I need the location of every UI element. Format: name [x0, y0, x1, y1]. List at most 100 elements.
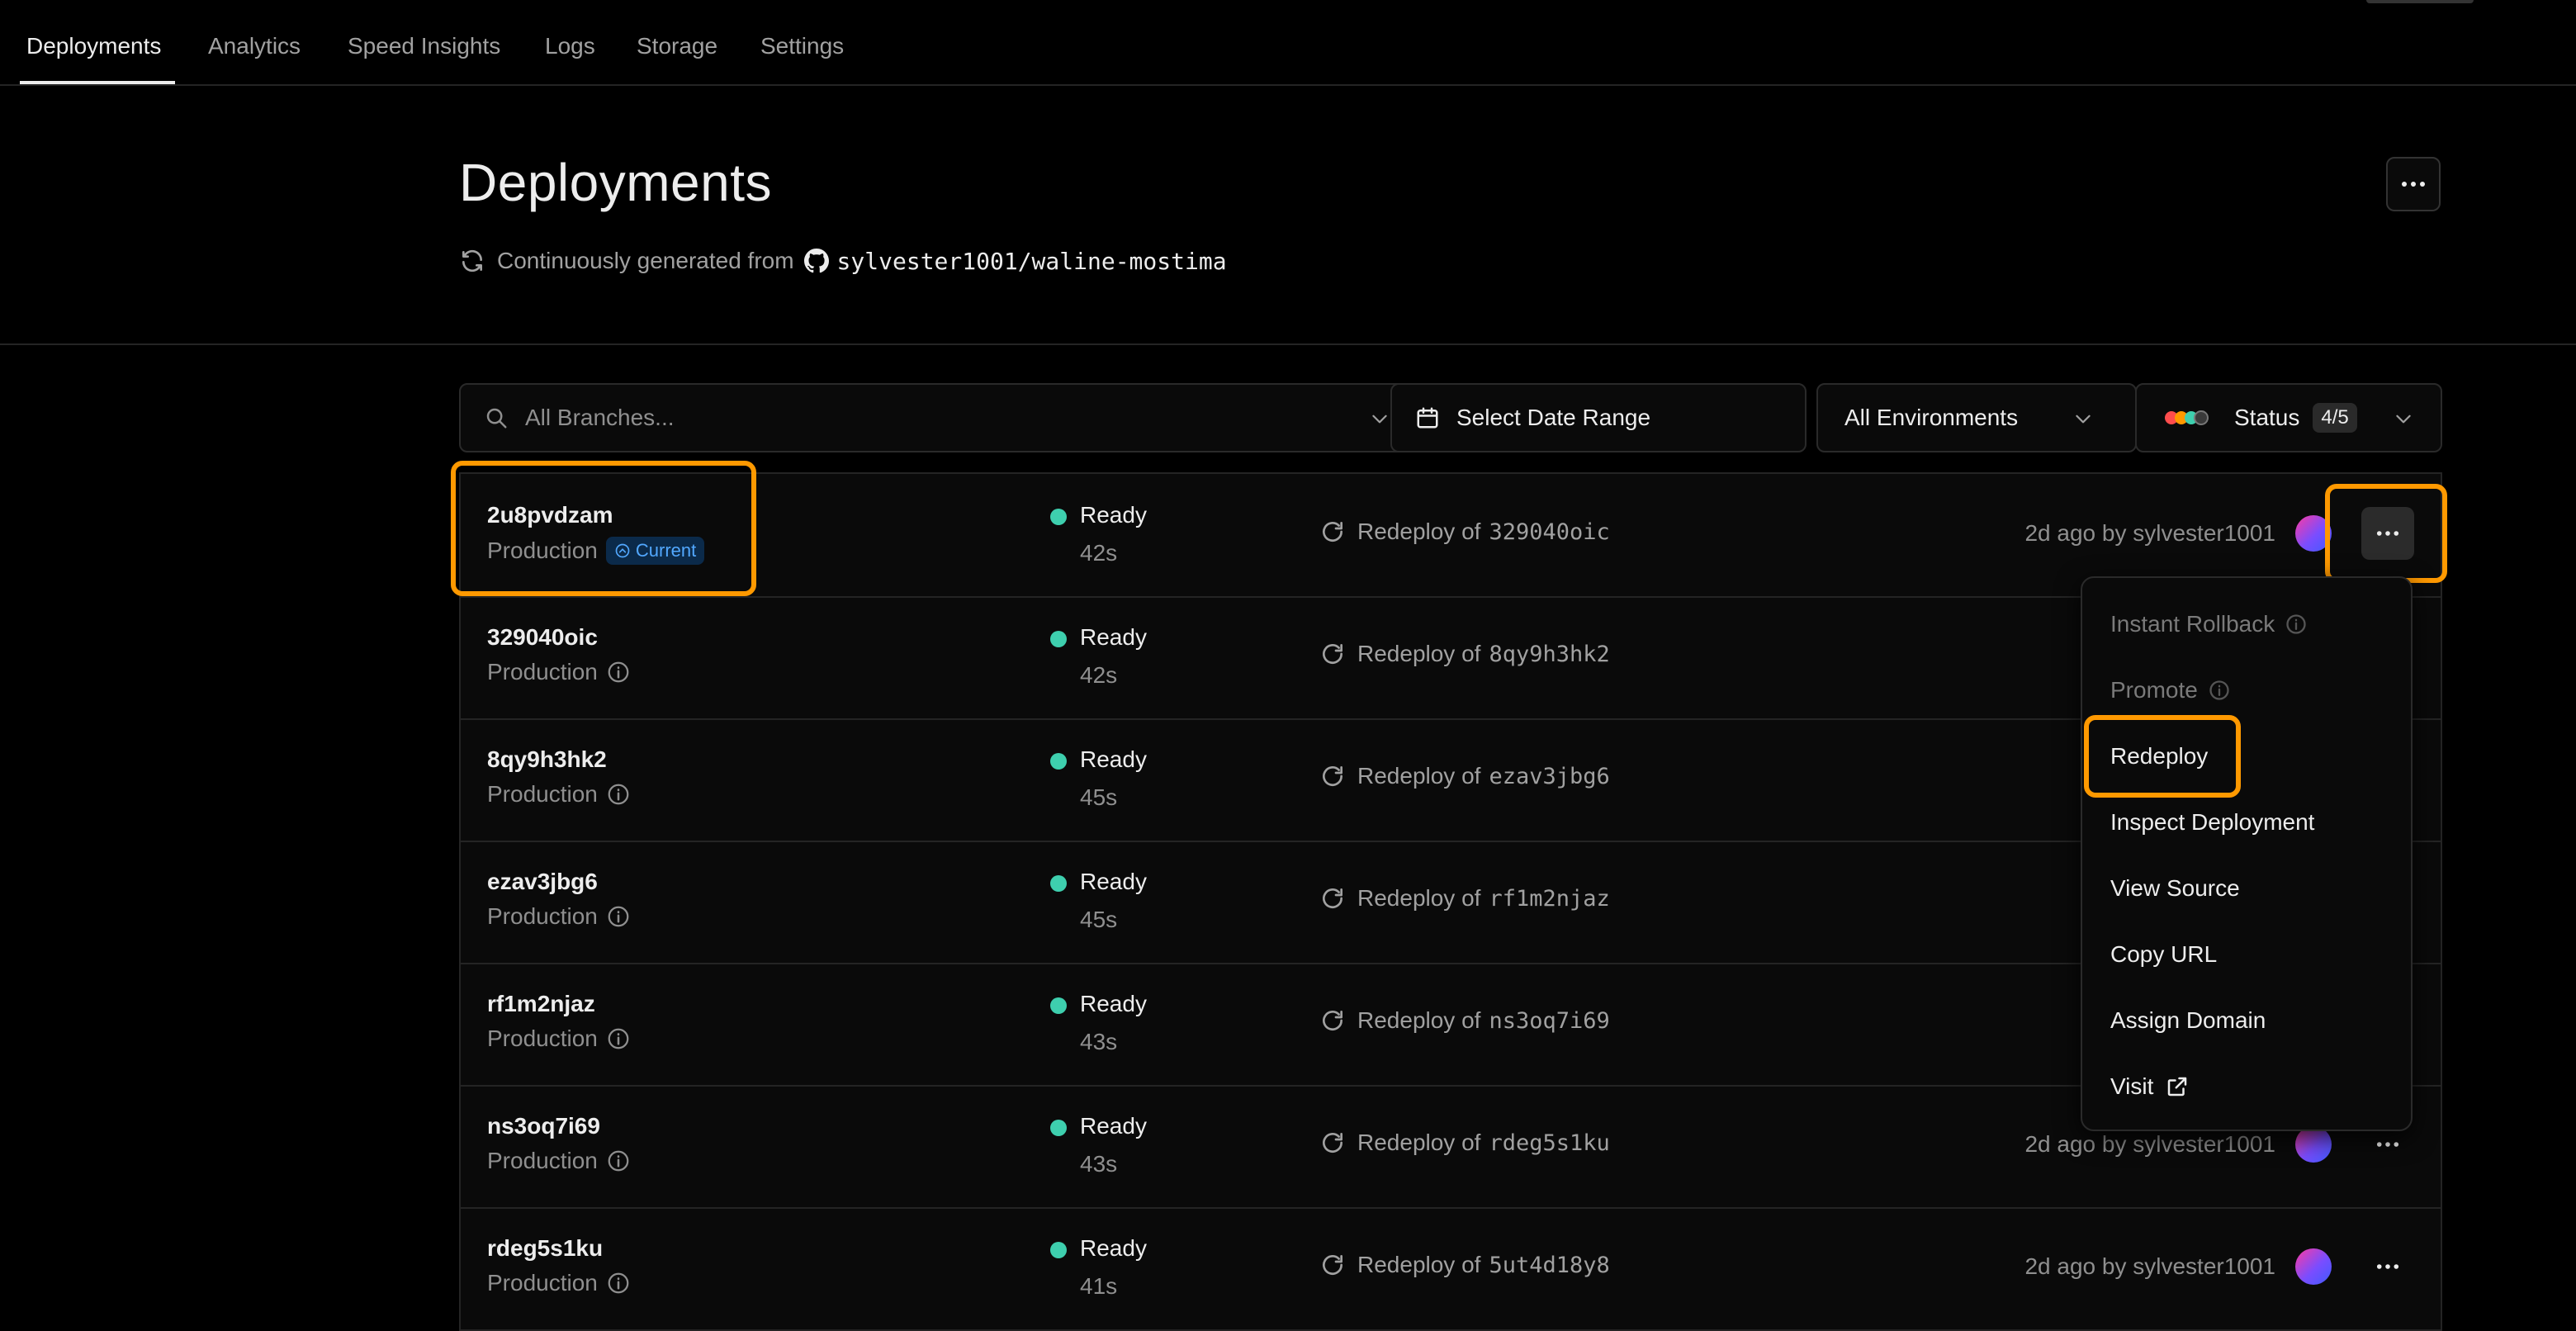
redeploy-source-id[interactable]: ezav3jbg6	[1489, 764, 1609, 789]
menu-item-label: Promote	[2110, 677, 2198, 703]
deployment-status: Ready	[1080, 1113, 1147, 1139]
menu-item-label: Instant Rollback	[2110, 611, 2275, 637]
redeploy-source-id[interactable]: 8qy9h3hk2	[1489, 642, 1609, 667]
redeploy-info: Redeploy of ezav3jbg6	[1319, 763, 1610, 789]
status-colors-icon	[2165, 410, 2209, 425]
deployment-row[interactable]: rdeg5s1ku Production Ready 41s Redeploy of 5u…	[461, 1207, 2441, 1331]
environment-filter[interactable]: All Environments	[1816, 383, 2137, 452]
highlight-redeploy	[2084, 715, 2241, 798]
deployment-status: Ready	[1080, 502, 1147, 528]
environment-label: Production	[487, 1148, 598, 1173]
info-icon[interactable]	[606, 904, 631, 929]
chevron-down-icon	[2396, 414, 2411, 424]
tab-speed-insights[interactable]: Speed Insights	[348, 33, 500, 59]
redeploy-source-id[interactable]: 5ut4d18y8	[1489, 1253, 1609, 1278]
deployment-id[interactable]: rdeg5s1ku	[487, 1235, 603, 1262]
info-icon[interactable]	[606, 1149, 631, 1173]
menu-item-inspect-deployment[interactable]: Inspect Deployment	[2110, 809, 2314, 836]
redeploy-prefix: Redeploy of	[1357, 1252, 1481, 1277]
redeploy-icon	[1323, 644, 1342, 664]
status-dot	[1050, 509, 1067, 525]
highlight-current-deployment	[451, 461, 756, 596]
redeploy-source-id[interactable]: rdeg5s1ku	[1489, 1130, 1609, 1156]
deployment-environment: Production	[487, 1270, 631, 1296]
info-icon[interactable]	[606, 782, 631, 807]
info-icon[interactable]	[606, 1271, 631, 1295]
deployment-id[interactable]: rf1m2njaz	[487, 991, 595, 1017]
deployment-meta: 2d ago by sylvester1001	[2024, 1131, 2275, 1157]
redeploy-prefix: Redeploy of	[1357, 641, 1481, 666]
environment-label: Production	[487, 903, 598, 929]
highlight-more-button	[2325, 484, 2447, 583]
menu-item-view-source[interactable]: View Source	[2110, 875, 2240, 902]
redeploy-prefix: Redeploy of	[1357, 763, 1481, 789]
tab-storage[interactable]: Storage	[637, 33, 717, 59]
menu-item-label: Inspect Deployment	[2110, 809, 2315, 835]
redeploy-icon	[1323, 888, 1342, 908]
deployment-duration: 43s	[1080, 1029, 1118, 1054]
row-more-button[interactable]	[2361, 1240, 2414, 1293]
top-nav: Deployments Analytics Speed Insights Log…	[0, 0, 2576, 86]
status-filter[interactable]: Status 4/5	[2135, 383, 2442, 452]
date-range-filter[interactable]: Select Date Range	[1390, 383, 1807, 452]
ellipsis-icon	[2402, 182, 2425, 187]
info-icon[interactable]	[606, 660, 631, 684]
redeploy-info: Redeploy of ns3oq7i69	[1319, 1007, 1610, 1034]
redeploy-info: Redeploy of rdeg5s1ku	[1319, 1130, 1610, 1156]
info-icon[interactable]	[606, 1026, 631, 1051]
ellipsis-icon	[2376, 1264, 2399, 1269]
deployment-id[interactable]: ns3oq7i69	[487, 1113, 600, 1139]
menu-item-label: View Source	[2110, 875, 2240, 901]
deployment-duration: 42s	[1080, 662, 1118, 688]
tab-deployments[interactable]: Deployments	[26, 33, 161, 59]
date-range-label: Select Date Range	[1456, 405, 1651, 430]
redeploy-prefix: Redeploy of	[1357, 885, 1481, 911]
menu-item-promote[interactable]: Promote	[2110, 677, 2231, 703]
environment-label: Production	[487, 659, 598, 684]
redeploy-source-id[interactable]: 329040oic	[1489, 519, 1609, 545]
deployment-id[interactable]: ezav3jbg6	[487, 869, 598, 895]
deployment-status: Ready	[1080, 869, 1147, 894]
status-count-badge: 4/5	[2313, 403, 2357, 433]
status-dot	[1050, 875, 1067, 892]
menu-item-copy-url[interactable]: Copy URL	[2110, 941, 2217, 968]
redeploy-icon	[1323, 1255, 1342, 1275]
deployment-meta: 2d ago by sylvester1001	[2024, 1253, 2275, 1279]
menu-item-label: Assign Domain	[2110, 1007, 2266, 1033]
redeploy-icon	[1323, 522, 1342, 542]
branch-search-placeholder: All Branches...	[525, 405, 675, 430]
page-title: Deployments	[459, 153, 772, 212]
deployment-duration: 43s	[1080, 1151, 1118, 1177]
ellipsis-icon	[2376, 1142, 2399, 1147]
redeploy-source-id[interactable]: rf1m2njaz	[1489, 886, 1609, 912]
avatar[interactable]	[2295, 1126, 2332, 1163]
external-link-icon	[2168, 1077, 2187, 1097]
redeploy-prefix: Redeploy of	[1357, 519, 1481, 544]
tab-logs[interactable]: Logs	[545, 33, 595, 59]
avatar[interactable]	[2295, 1248, 2332, 1285]
environment-label: Production	[487, 1270, 598, 1295]
deployment-environment: Production	[487, 659, 631, 685]
chevron-down-icon	[1372, 414, 1387, 424]
environment-label: All Environments	[1844, 405, 2019, 430]
sync-icon	[462, 249, 482, 272]
redeploy-source-id[interactable]: ns3oq7i69	[1489, 1008, 1609, 1034]
deployment-environment: Production	[487, 1025, 631, 1052]
deployment-id[interactable]: 8qy9h3hk2	[487, 746, 607, 773]
menu-item-assign-domain[interactable]: Assign Domain	[2110, 1007, 2266, 1034]
branch-filter[interactable]: All Branches...	[459, 383, 1410, 452]
status-dot	[1050, 997, 1067, 1014]
repo-link[interactable]: sylvester1001/waline-mostima	[837, 248, 1227, 275]
deployment-id[interactable]: 329040oic	[487, 624, 598, 651]
tab-analytics[interactable]: Analytics	[208, 33, 301, 59]
tab-settings[interactable]: Settings	[760, 33, 844, 59]
menu-item-visit[interactable]: Visit	[2110, 1073, 2190, 1100]
deployment-environment: Production	[487, 781, 631, 808]
deployment-duration: 41s	[1080, 1273, 1118, 1299]
page-options-button[interactable]	[2386, 157, 2441, 211]
top-right-control-edge	[2366, 0, 2474, 3]
environment-label: Production	[487, 781, 598, 807]
redeploy-info: Redeploy of rf1m2njaz	[1319, 885, 1610, 912]
info-icon	[2286, 614, 2306, 634]
menu-item-instant-rollback[interactable]: Instant Rollback	[2110, 611, 2308, 637]
